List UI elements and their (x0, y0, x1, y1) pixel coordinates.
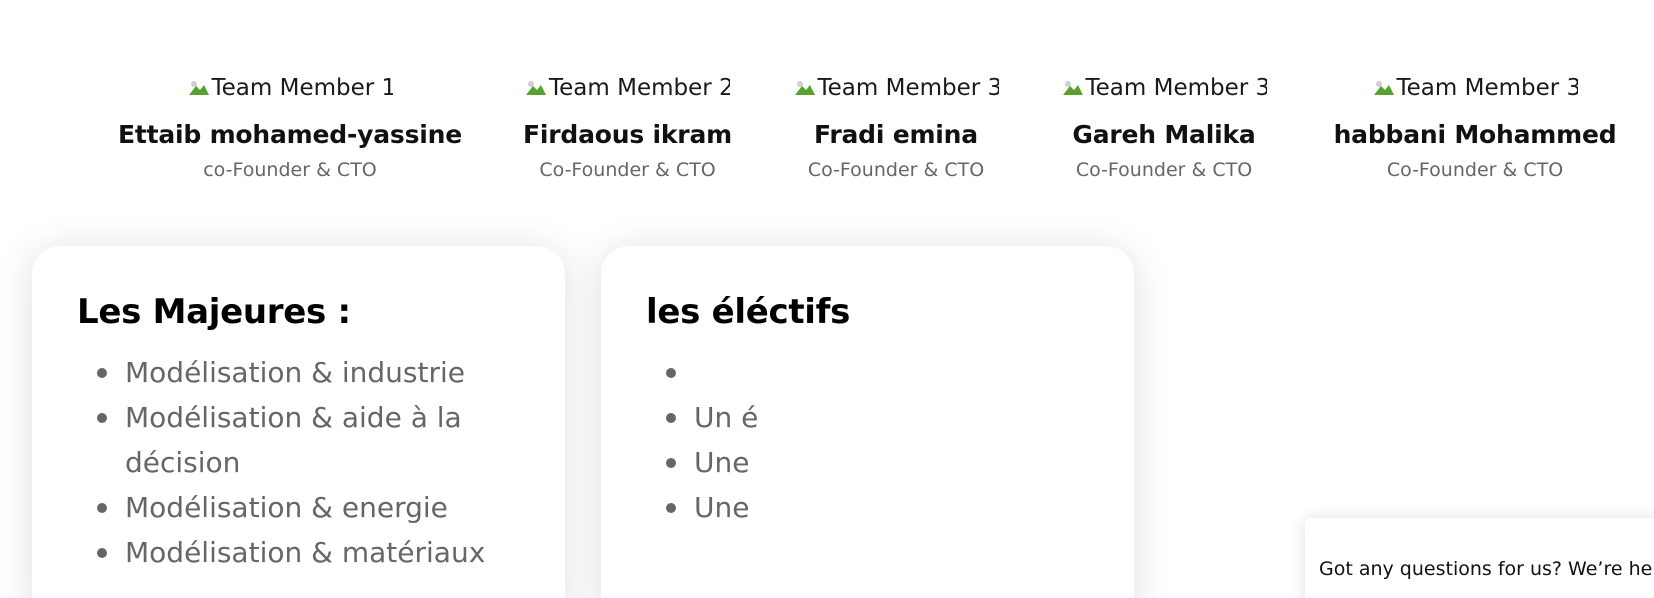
majeures-title: Les Majeures : (77, 292, 351, 332)
bullet-icon (97, 413, 107, 423)
list-item: Un é (646, 395, 1114, 440)
broken-image-icon (526, 81, 546, 95)
bullet-icon (666, 413, 676, 423)
list-item: Modélisation & industrie (77, 350, 545, 395)
team-member-photo: Team Member 3 (1373, 74, 1578, 104)
team-member-role: co-Founder & CTO (203, 159, 377, 181)
list-item: Modélisation & energie (77, 485, 545, 530)
list-item: Une (646, 485, 1114, 530)
team-member-name: Ettaib mohamed-yassine (117, 120, 463, 149)
team-member-name: Gareh Malika (1072, 120, 1256, 149)
team-member-role: Co-Founder & CTO (807, 159, 985, 181)
broken-image-icon (794, 81, 815, 95)
team-member-name: Firdaous ikram (523, 120, 732, 149)
list-item: Modélisation & matériaux (77, 530, 545, 575)
team-member-card: Team Member 2 Firdaous ikram Co-Founder … (520, 74, 735, 181)
list-item (646, 350, 1114, 395)
electifs-list: Un é Une Une (646, 350, 1114, 530)
team-member-name: Fradi emina (814, 120, 978, 149)
bullet-icon (666, 503, 676, 513)
chat-message: Got any questions for us? We’re here (1319, 558, 1654, 580)
team-member-card: Team Member 3 Gareh Malika Co-Founder & … (1060, 74, 1268, 181)
bullet-icon (97, 548, 107, 558)
list-item: Modélisation & aide à la décision (77, 395, 545, 485)
list-item: Une (646, 440, 1114, 485)
team-member-name: habbani Mohammed (1333, 120, 1617, 149)
chat-widget[interactable]: Got any questions for us? We’re here (1305, 518, 1654, 598)
bullet-icon (97, 368, 107, 378)
team-member-role: Co-Founder & CTO (539, 159, 716, 181)
electifs-title: les éléctifs (646, 292, 851, 332)
team-member-photo: Team Member 3 (794, 74, 999, 104)
majeures-card: Les Majeures : Modélisation & industrie … (32, 246, 565, 598)
broken-image-icon (188, 81, 209, 95)
team-member-photo: Team Member 1 (188, 74, 393, 104)
bullet-icon (97, 503, 107, 513)
bullet-icon (666, 368, 676, 378)
bullet-icon (666, 458, 676, 468)
team-members-row: Team Member 1 Ettaib mohamed-yassine co-… (0, 74, 1654, 194)
electifs-card: les éléctifs Un é Une Une (601, 246, 1134, 598)
team-member-role: Co-Founder & CTO (1075, 159, 1253, 181)
majeures-list: Modélisation & industrie Modélisation & … (77, 350, 545, 575)
team-member-photo: Team Member 3 (1062, 74, 1267, 104)
broken-image-icon (1373, 81, 1394, 95)
team-member-card: Team Member 3 habbani Mohammed Co-Founde… (1325, 74, 1625, 181)
team-member-role: Co-Founder & CTO (1386, 159, 1564, 181)
broken-image-icon (1062, 81, 1083, 95)
team-member-card: Team Member 3 Fradi emina Co-Founder & C… (792, 74, 1000, 181)
team-member-photo: Team Member 2 (525, 74, 730, 104)
team-member-card: Team Member 1 Ettaib mohamed-yassine co-… (115, 74, 465, 181)
